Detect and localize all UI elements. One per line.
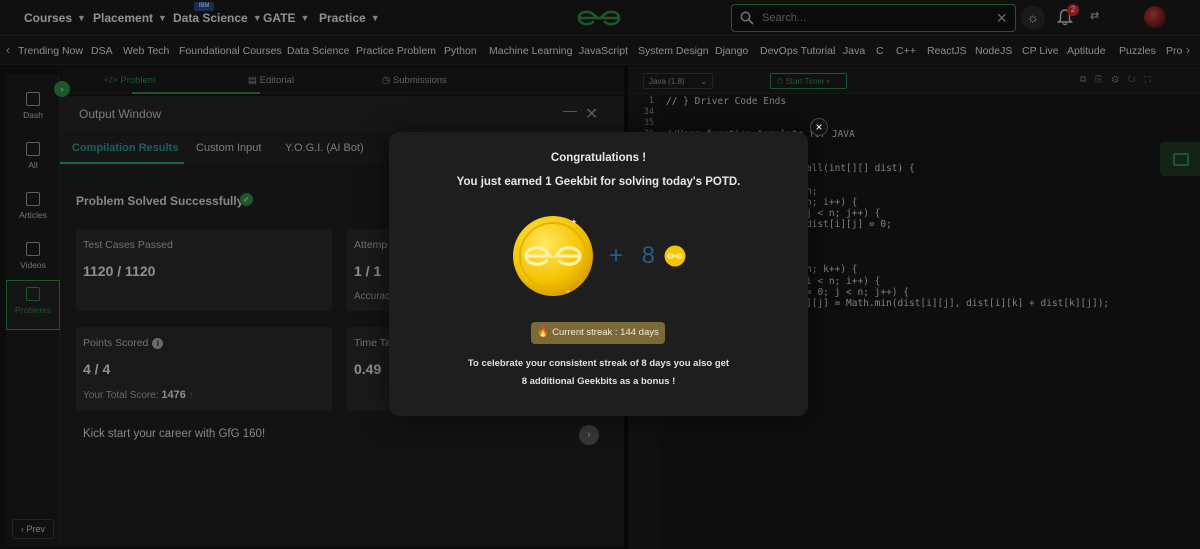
geekbit-coin-icon: ✦ ✦	[513, 216, 593, 296]
modal-subtitle: You just earned 1 Geekbit for solving to…	[456, 176, 741, 188]
congrats-modal: Congratulations ! You just earned 1 Geek…	[389, 132, 808, 416]
streak-badge: 🔥 Current streak : 144 days	[531, 322, 665, 344]
bonus-count: + 8	[609, 242, 662, 269]
close-icon[interactable]: ×	[810, 118, 828, 136]
streak-text: Current streak : 144 days	[552, 327, 659, 338]
modal-body-line-2: 8 additional Geekbits as a bonus !	[521, 376, 676, 387]
modal-body-line-1: To celebrate your consistent streak of 8…	[467, 358, 730, 369]
svg-text:✦: ✦	[570, 218, 578, 228]
fire-icon: 🔥	[537, 327, 550, 338]
geekbit-small-coin-icon	[664, 245, 686, 267]
modal-title: Congratulations !	[550, 152, 647, 164]
svg-text:✦: ✦	[565, 288, 571, 296]
app-root: Courses ▼ Placement ▼ IBM Data Science ▼ GA…	[0, 0, 1200, 549]
